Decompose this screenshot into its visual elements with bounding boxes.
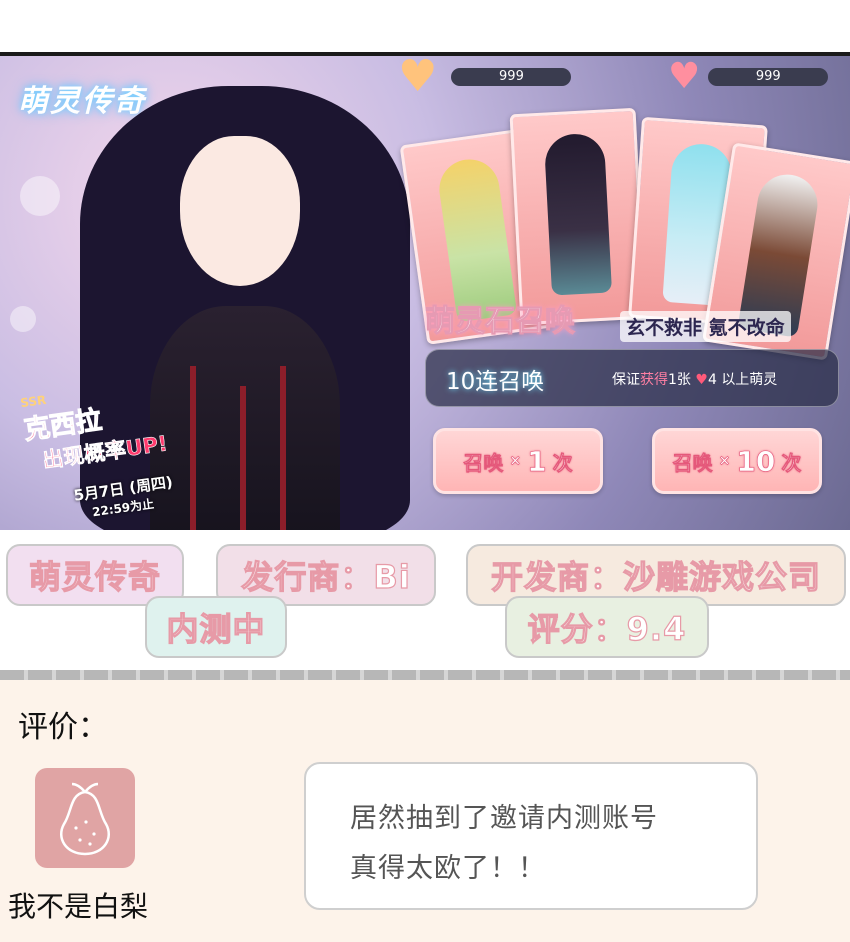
ten-pull-panel: 10连召唤 保证获得1张 ♥4 以上萌灵	[425, 349, 839, 407]
comment-text-line: 真得太欧了！！	[350, 853, 546, 884]
summon-once-button[interactable]: 召唤 × 1 次	[433, 428, 603, 494]
comments-title: 评价：	[18, 710, 108, 745]
bokeh-light	[10, 306, 36, 332]
button-prefix: 召唤	[463, 450, 504, 475]
pear-icon	[59, 782, 111, 856]
comment-bubble: 居然抽到了邀请内测账号 真得太欧了！！	[304, 762, 758, 910]
button-suffix: 次	[552, 450, 573, 475]
card-figure	[543, 132, 613, 296]
game-info: 萌灵传奇 发行商：Bi 开发商：沙雕游戏公司 内测中 评分：9.4	[0, 530, 850, 670]
button-count: 10	[736, 444, 776, 478]
rating-tag: 评分：9.4	[505, 596, 709, 658]
summon-title: 萌灵石召唤	[425, 304, 576, 340]
summon-slogan: 玄不救非 氪不改命	[620, 311, 791, 342]
avatar[interactable]	[35, 768, 135, 868]
rate-up-promo: SSR 克西拉 出现概率UP! 5月7日 (周四) 22:59为止	[19, 377, 176, 528]
comments-section: 评价： 我不是白梨 居然抽到了邀请内测账号 真得太欧了！！	[0, 680, 850, 942]
guarantee-highlight: 获得	[640, 372, 668, 388]
button-count: 1	[527, 444, 547, 478]
guarantee-count: 1张	[668, 372, 691, 388]
button-prefix: 召唤	[672, 450, 713, 475]
summon-ten-button[interactable]: 召唤 × 10 次	[652, 428, 822, 494]
game-banner: 萌灵传奇 SSR 克西拉 出现概率UP! 5月7日 (周四) 22:59为止 ♥…	[0, 56, 850, 530]
button-times: ×	[509, 453, 522, 470]
comment-text-line: 居然抽到了邀请内测账号	[350, 803, 658, 834]
currency-value: 999	[451, 68, 572, 86]
ten-pull-label: 10连召唤	[446, 369, 545, 395]
currency-value: 999	[708, 68, 829, 86]
button-times: ×	[718, 453, 731, 470]
guarantee-text: 保证获得1张 ♥4 以上萌灵	[612, 369, 777, 389]
currency-orange: ♥ 999	[398, 56, 572, 99]
character-face	[180, 136, 300, 286]
bokeh-light	[20, 176, 60, 216]
section-divider	[0, 670, 850, 680]
character-dress	[150, 306, 340, 530]
status-tag: 内测中	[145, 596, 287, 658]
guarantee-number: 4	[707, 372, 717, 388]
button-suffix: 次	[781, 450, 802, 475]
comment-username[interactable]: 我不是白梨	[8, 885, 148, 925]
currency-pink: ♥ 999	[668, 56, 829, 97]
guarantee-prefix: 保证	[612, 372, 640, 388]
guarantee-suffix: 以上萌灵	[721, 372, 778, 388]
character-card	[509, 107, 647, 326]
heart-icon: ♥	[695, 372, 708, 388]
